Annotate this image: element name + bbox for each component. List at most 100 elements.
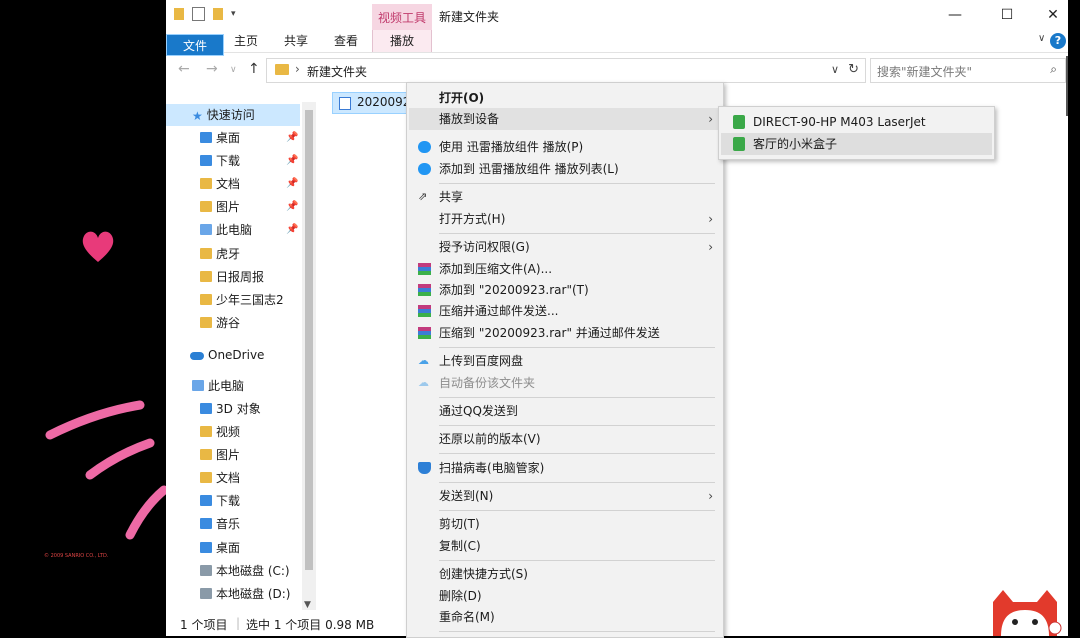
nav-pc-pictures[interactable]: 图片: [200, 444, 240, 466]
new-folder-icon[interactable]: [213, 8, 223, 20]
breadcrumb-separator-icon[interactable]: ›: [295, 62, 300, 76]
menu-cut[interactable]: 剪切(T): [409, 513, 719, 535]
menu-share[interactable]: ⇗ 共享: [409, 186, 719, 208]
menu-separator: [439, 347, 715, 348]
nav-pc-documents[interactable]: 文档: [200, 467, 240, 489]
close-button[interactable]: ✕: [1030, 0, 1068, 30]
nav-yougu[interactable]: 游谷: [200, 312, 240, 334]
menu-label: 剪切(T): [439, 517, 480, 531]
menu-open[interactable]: 打开(O): [409, 87, 719, 109]
winrar-icon: [418, 263, 431, 275]
computer-icon: [192, 380, 204, 391]
menu-label: 添加到压缩文件(A)...: [439, 262, 553, 276]
breadcrumb[interactable]: 新建文件夹: [307, 63, 367, 80]
address-box[interactable]: › 新建文件夹 ∨ ↻: [266, 58, 866, 83]
help-icon[interactable]: ?: [1050, 33, 1066, 49]
menu-copy[interactable]: 复制(C): [409, 535, 719, 557]
nav-game-folder[interactable]: 少年三国志2: [200, 289, 284, 311]
computer-icon: [200, 224, 212, 235]
menu-grant-access[interactable]: 授予访问权限(G) ›: [409, 236, 719, 258]
menu-upload-baidu[interactable]: ☁ 上传到百度网盘: [409, 350, 719, 372]
nav-documents[interactable]: 文档: [200, 173, 240, 195]
menu-cast-to-device[interactable]: 播放到设备 ›: [409, 108, 719, 130]
menu-delete[interactable]: 删除(D): [409, 585, 719, 607]
menu-compress-rar-email[interactable]: 压缩到 "20200923.rar" 并通过邮件发送: [409, 322, 719, 344]
nav-quick-access[interactable]: ★ 快速访问: [166, 104, 300, 126]
pictures-icon: [200, 449, 212, 460]
folder-icon: [174, 8, 184, 20]
nav-3d-objects[interactable]: 3D 对象: [200, 398, 261, 420]
heart-sticker: [82, 231, 114, 262]
tab-file[interactable]: 文件: [166, 34, 224, 56]
menu-xunlei-playlist[interactable]: 添加到 迅雷播放组件 播放列表(L): [409, 158, 719, 180]
address-dropdown-icon[interactable]: ∨: [831, 63, 839, 76]
nav-label: 3D 对象: [216, 402, 261, 416]
expand-ribbon-icon[interactable]: ∨: [1038, 33, 1045, 44]
refresh-icon[interactable]: ↻: [848, 62, 859, 77]
nav-label: 视频: [216, 425, 241, 439]
context-menu: 打开(O) 播放到设备 › 使用 迅雷播放组件 播放(P) 添加到 迅雷播放组件 …: [406, 82, 724, 638]
tab-home[interactable]: 主页: [226, 30, 266, 52]
search-placeholder: 搜索"新建文件夹": [877, 65, 973, 79]
nav-this-pc-pinned[interactable]: 此电脑: [200, 219, 252, 241]
menu-add-to-archive[interactable]: 添加到压缩文件(A)...: [409, 258, 719, 280]
menu-add-to-rar[interactable]: 添加到 "20200923.rar"(T): [409, 279, 719, 301]
video-file-icon: [339, 97, 351, 110]
pin-icon: 📌: [286, 201, 299, 212]
menu-restore-versions[interactable]: 还原以前的版本(V): [409, 428, 719, 450]
navigation-pane: ★ 快速访问 桌面 📌 下载 📌 文档 📌 图片 📌 此电脑 📌 虎牙 日报周报 …: [166, 88, 318, 608]
nav-this-pc[interactable]: 此电脑: [192, 375, 244, 397]
menu-scan-virus[interactable]: 扫描病毒(电脑管家): [409, 457, 719, 479]
nav-music[interactable]: 音乐: [200, 513, 240, 535]
device-printer[interactable]: DIRECT-90-HP M403 LaserJet: [721, 111, 992, 133]
tab-share[interactable]: 共享: [276, 30, 316, 52]
menu-compress-email[interactable]: 压缩并通过邮件发送...: [409, 300, 719, 322]
menu-send-via-qq[interactable]: 通过QQ发送到: [409, 400, 719, 422]
nav-onedrive[interactable]: OneDrive: [190, 344, 264, 366]
menu-create-shortcut[interactable]: 创建快捷方式(S): [409, 563, 719, 585]
maximize-button[interactable]: ☐: [984, 0, 1030, 30]
back-arrow-icon[interactable]: ←: [178, 61, 190, 77]
menu-label: 删除(D): [439, 589, 482, 603]
minimize-button[interactable]: —: [932, 0, 978, 30]
menu-xunlei-play[interactable]: 使用 迅雷播放组件 播放(P): [409, 136, 719, 158]
cloud-icon: [190, 352, 204, 360]
nav-label: 下载: [216, 154, 241, 168]
star-icon: ★: [192, 109, 203, 123]
forward-arrow-icon[interactable]: →: [206, 61, 218, 77]
pin-icon: 📌: [286, 178, 299, 189]
scrollbar-thumb[interactable]: [305, 110, 313, 570]
recent-locations-icon[interactable]: ∨: [230, 65, 237, 75]
nav-videos[interactable]: 视频: [200, 421, 240, 443]
search-icon[interactable]: ⌕: [1050, 62, 1057, 77]
nav-pictures[interactable]: 图片: [200, 196, 240, 218]
media-device-icon: [733, 115, 745, 129]
file-item-selected[interactable]: 20200923: [332, 92, 418, 114]
baidu-cloud-icon: ☁: [418, 376, 429, 389]
nav-reports[interactable]: 日报周报: [200, 266, 264, 288]
menu-label: 扫描病毒(电脑管家): [439, 461, 545, 475]
video-tools-label: 视频工具: [372, 4, 432, 30]
content-scrollbar[interactable]: [1066, 56, 1068, 116]
nav-label: 下载: [216, 494, 241, 508]
nav-pc-downloads[interactable]: 下载: [200, 490, 240, 512]
search-input[interactable]: 搜索"新建文件夹" ⌕: [870, 58, 1066, 83]
nav-pc-desktop[interactable]: 桌面: [200, 537, 240, 559]
device-mi-box[interactable]: 客厅的小米盒子: [721, 133, 992, 155]
nav-drive-d[interactable]: 本地磁盘 (D:): [200, 583, 290, 605]
properties-icon[interactable]: [192, 7, 205, 21]
nav-huya[interactable]: 虎牙: [200, 243, 240, 265]
menu-send-to[interactable]: 发送到(N) ›: [409, 485, 719, 507]
customize-toolbar-icon[interactable]: ▾: [231, 9, 236, 19]
menu-rename[interactable]: 重命名(M): [409, 606, 719, 628]
menu-open-with[interactable]: 打开方式(H) ›: [409, 208, 719, 230]
nav-scrollbar[interactable]: ▼: [302, 102, 316, 612]
tab-play[interactable]: 播放: [372, 30, 432, 52]
nav-downloads[interactable]: 下载: [200, 150, 240, 172]
tab-view[interactable]: 查看: [326, 30, 366, 52]
nav-desktop[interactable]: 桌面: [200, 127, 240, 149]
up-arrow-icon[interactable]: ↑: [248, 61, 260, 77]
nav-drive-c[interactable]: 本地磁盘 (C:): [200, 560, 290, 582]
menu-label: 添加到 "20200923.rar"(T): [439, 283, 589, 297]
scroll-down-icon[interactable]: ▼: [304, 600, 311, 610]
